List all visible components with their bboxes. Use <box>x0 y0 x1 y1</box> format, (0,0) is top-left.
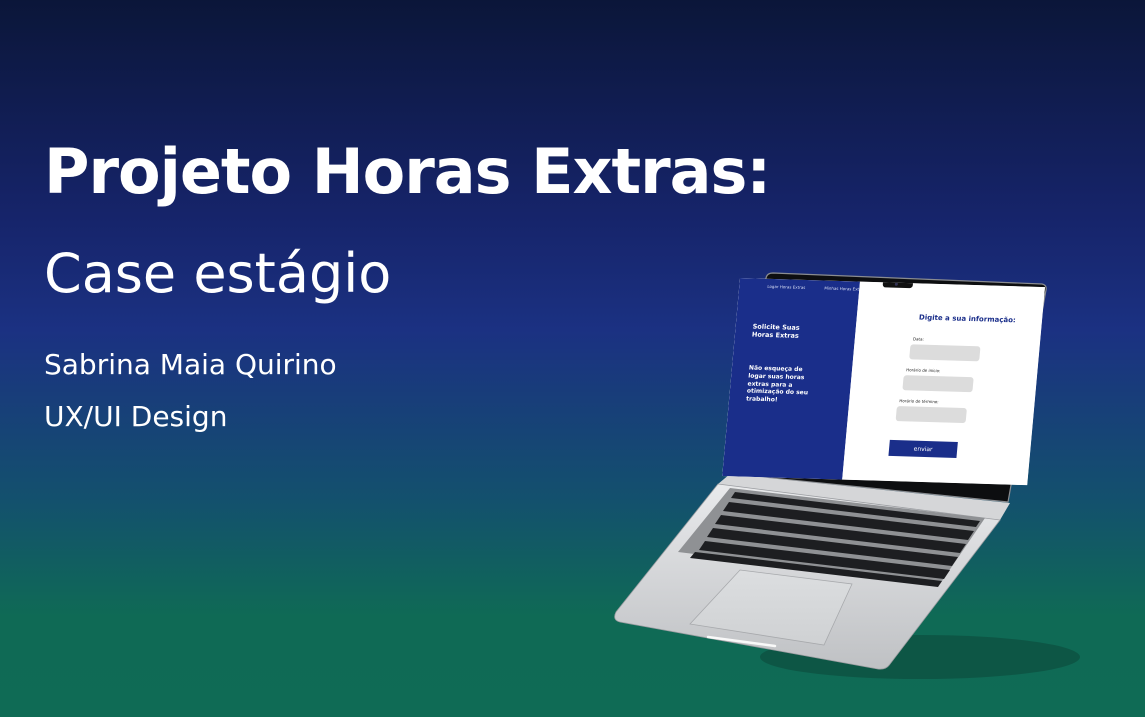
end-time-input[interactable] <box>895 406 967 424</box>
submit-button[interactable]: enviar <box>888 439 958 458</box>
laptop-mockup: Logar Horas Extras Minhas Horas Extras S… <box>590 262 1080 682</box>
start-time-input[interactable] <box>902 375 974 393</box>
camera-notch <box>882 280 914 289</box>
form-title: Digite a sua informação: <box>918 313 1017 325</box>
author-role: UX/UI Design <box>44 400 228 433</box>
field-label-inicio: Horário de início: <box>905 367 941 374</box>
page-title: Projeto Horas Extras: <box>44 135 771 208</box>
form-panel: Digite a sua informação: Data: Horário d… <box>842 281 1045 486</box>
field-label-termino: Horário de término: <box>899 398 939 405</box>
hero-text: Não esqueça de logar suas horas extras p… <box>745 364 809 404</box>
nav-link-logar[interactable]: Logar Horas Extras <box>767 284 806 290</box>
author-name: Sabrina Maia Quirino <box>44 348 337 381</box>
hero-title: Solicite Suas Horas Extras <box>751 322 801 341</box>
page-subtitle: Case estágio <box>44 242 392 305</box>
hero-panel: Logar Horas Extras Minhas Horas Extras S… <box>722 278 866 480</box>
date-input[interactable] <box>909 344 981 362</box>
laptop-screen: Logar Horas Extras Minhas Horas Extras S… <box>722 278 1045 486</box>
camera-icon <box>894 282 898 286</box>
field-label-data: Data: <box>912 336 925 342</box>
